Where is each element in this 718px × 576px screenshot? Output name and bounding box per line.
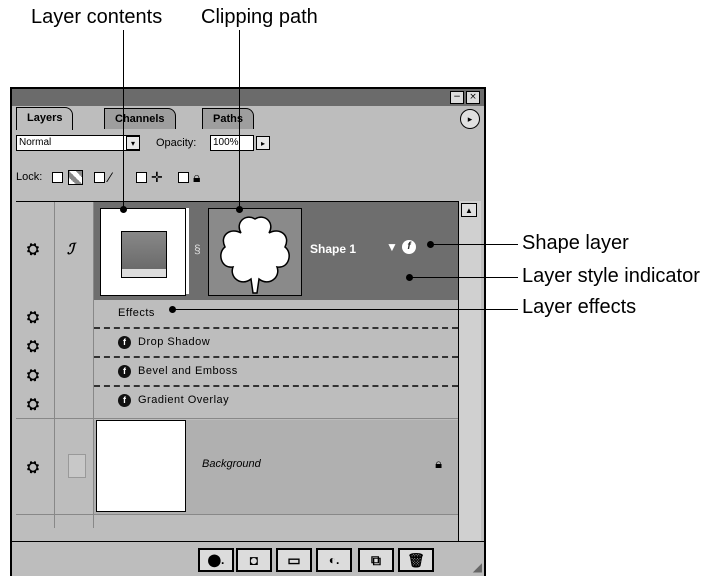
effect-icon: f [118,394,131,407]
lock-position-checkbox[interactable] [136,172,147,183]
leader-dot [406,274,413,281]
layers-palette: − × Layers Channels Paths ▸ Normal ▾ Opa… [10,87,486,576]
layer-name-shape: Shape 1 [310,242,357,256]
blend-mode-value: Normal [19,137,52,148]
leader-line [410,277,518,278]
effects-header-row[interactable]: Effects [94,300,458,329]
blend-mode-dropdown-icon[interactable]: ▾ [126,136,140,150]
add-layer-style-button[interactable]: ⬤. [198,548,234,572]
visibility-eye-icon[interactable]: ⛭ [27,339,39,354]
layer-list-scrollbar[interactable]: ▲ ▼ [458,201,481,561]
blend-mode-select[interactable]: Normal [16,135,140,151]
link-icon[interactable]: § [194,242,201,256]
effect-icon: f [118,336,131,349]
effect-label: Gradient Overlay [138,394,230,406]
effect-row-bevel-emboss[interactable]: f Bevel and Emboss [94,358,458,387]
lock-row: Lock: ⁄ ✛ 🔒︎ [12,169,484,189]
effect-row-gradient-overlay[interactable]: f Gradient Overlay [94,387,458,416]
callout-clipping-path: Clipping path [201,6,318,28]
tab-channels[interactable]: Channels [104,108,176,129]
callout-layer-contents: Layer contents [31,6,163,28]
blend-row: Normal ▾ Opacity: 100% ▸ [12,135,484,155]
layer-row-shape[interactable]: § Shape 1 ▼ f [94,202,458,300]
effects-label: Effects [118,307,155,319]
palette-titlebar[interactable]: − × [12,89,484,106]
transparency-icon [68,170,83,185]
opacity-input[interactable]: 100% [210,135,254,151]
leader-dot [427,241,434,248]
lock-image-checkbox[interactable] [94,172,105,183]
visibility-eye-icon[interactable]: ⛭ [27,368,39,383]
leader-dot [169,306,176,313]
resize-grip-icon[interactable]: ◢ [473,560,482,574]
palette-menu-icon[interactable]: ▸ [460,109,480,129]
callout-layer-style-indicator: Layer style indicator [522,265,700,287]
clipping-path-thumbnail[interactable] [208,208,302,296]
palette-tabs: Layers Channels Paths ▸ [12,106,484,130]
new-adjustment-layer-button[interactable]: ◐. [316,548,352,572]
opacity-label: Opacity: [156,137,197,149]
new-set-button[interactable]: ▭ [276,548,312,572]
delete-layer-button[interactable]: 🗑︎ [398,548,434,572]
brush-icon: ⁄ [109,169,112,185]
effect-row-drop-shadow[interactable]: f Drop Shadow [94,329,458,358]
visibility-eye-icon[interactable]: ⛭ [27,242,39,257]
visibility-eye-icon[interactable]: ⛭ [27,397,39,412]
tab-layers[interactable]: Layers [16,107,74,130]
layer-style-icon[interactable]: f [402,240,416,254]
effect-label: Bevel and Emboss [138,365,238,377]
close-button[interactable]: × [466,91,480,104]
leader-dot [120,206,127,213]
scroll-up-icon[interactable]: ▲ [461,203,477,217]
expand-triangle-icon[interactable]: ▼ [386,240,398,254]
leader-dot [236,206,243,213]
effect-label: Drop Shadow [138,336,211,348]
tab-paths[interactable]: Paths [202,108,254,129]
callout-layer-effects: Layer effects [522,296,637,318]
leader-line [430,244,518,245]
leader-line [239,30,240,210]
leader-line [123,30,124,210]
layer-thumbnail[interactable] [100,208,186,296]
lock-icon: 🔒︎ [193,169,201,185]
lock-transparency-checkbox[interactable] [52,172,63,183]
layer-list: ⛭ ℐ § Shape 1 ▼ f ⛭ Effects ⛭ f Drop Sha… [16,201,458,528]
palette-toolbar: ⬤. ◘ ▭ ◐. ⧉ 🗑︎ ◢ [12,541,484,576]
lock-icon: 🔒︎ [435,456,442,471]
new-layer-button[interactable]: ⧉ [358,548,394,572]
background-thumbnail[interactable] [96,420,186,512]
layer-name-background: Background [202,458,261,470]
link-box[interactable] [68,454,86,478]
lock-label: Lock: [16,171,43,183]
callout-shape-layer: Shape layer [522,232,629,254]
move-icon: ✛ [151,169,163,185]
visibility-eye-icon[interactable]: ⛭ [27,310,39,325]
clover-shape-icon [220,216,290,294]
leader-line [172,309,518,310]
minimize-button[interactable]: − [450,91,464,104]
visibility-eye-icon[interactable]: ⛭ [27,460,39,475]
effect-icon: f [118,365,131,378]
opacity-slider-button[interactable]: ▸ [256,136,270,150]
lock-all-checkbox[interactable] [178,172,189,183]
add-mask-button[interactable]: ◘ [236,548,272,572]
layer-row-background[interactable]: Background 🔒︎ [94,420,458,514]
brush-icon: ℐ [67,241,75,258]
